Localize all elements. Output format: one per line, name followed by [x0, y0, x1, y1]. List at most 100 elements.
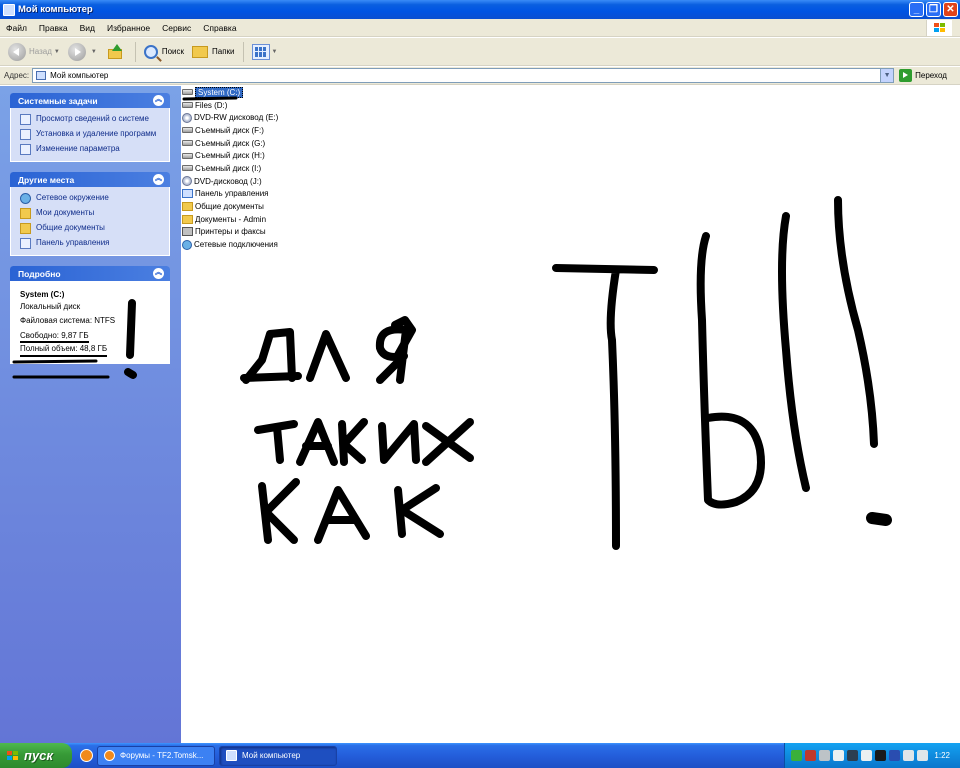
- folders-button[interactable]: Папки: [188, 41, 239, 63]
- drive-f[interactable]: Съемный диск (F:): [182, 124, 482, 137]
- add-remove-programs-icon: [20, 129, 31, 140]
- item-label: DVD-RW дисковод (E:): [194, 113, 279, 123]
- menu-tools[interactable]: Сервис: [156, 23, 197, 33]
- control-panel-item[interactable]: Панель управления: [182, 188, 482, 201]
- search-button[interactable]: Поиск: [140, 41, 188, 63]
- toolbar-separator: [134, 41, 136, 62]
- drive-i[interactable]: Съемный диск (I:): [182, 162, 482, 175]
- folder-icon: [20, 223, 31, 234]
- address-dropdown-button[interactable]: ▼: [880, 69, 894, 82]
- menu-file[interactable]: Файл: [0, 23, 33, 33]
- details-type: Локальный диск: [20, 301, 81, 311]
- views-button[interactable]: ▼: [248, 41, 282, 63]
- network-icon: [20, 193, 31, 204]
- taskbar-task-firefox[interactable]: Форумы - TF2.Tomsk...: [97, 745, 215, 766]
- chevron-down-icon: ▼: [90, 48, 97, 55]
- task-add-remove-programs[interactable]: Установка и удаление программ: [20, 129, 163, 140]
- network-connections-item[interactable]: Сетевые подключения: [182, 238, 482, 251]
- place-shared-documents[interactable]: Общие документы: [20, 223, 163, 234]
- clock: 1:22: [934, 751, 950, 760]
- address-value: Мой компьютер: [50, 71, 109, 80]
- close-button[interactable]: ✕: [943, 2, 958, 17]
- back-arrow-icon: [8, 42, 26, 61]
- control-panel-icon: [182, 189, 193, 199]
- drive-g[interactable]: Съемный диск (G:): [182, 137, 482, 150]
- tray-shield-icon[interactable]: [903, 750, 914, 761]
- item-label: Принтеры и факсы: [195, 227, 266, 237]
- maximize-button[interactable]: ❐: [926, 2, 941, 17]
- removable-disk-icon: [182, 152, 193, 159]
- details-content: System (C:) Локальный диск Файловая сист…: [10, 281, 170, 364]
- other-places-list: Сетевое окружение Мои документы Общие до…: [10, 187, 170, 256]
- printers-item[interactable]: Принтеры и факсы: [182, 226, 482, 239]
- admin-documents-item[interactable]: Документы - Admin: [182, 213, 482, 226]
- place-my-documents[interactable]: Мои документы: [20, 208, 163, 219]
- window-titlebar[interactable]: Мой компьютер _ ❐ ✕: [0, 0, 960, 19]
- taskbar-task-my-computer[interactable]: Мой компьютер: [219, 745, 337, 766]
- system-tasks-box: Системные задачи ︽ Просмотр сведений о с…: [10, 93, 170, 162]
- menu-bar: Файл Правка Вид Избранное Сервис Справка: [0, 19, 960, 37]
- details-header[interactable]: Подробно ︽: [10, 266, 170, 281]
- firefox-quicklaunch-icon[interactable]: [80, 749, 93, 762]
- menu-view[interactable]: Вид: [74, 23, 101, 33]
- drive-c[interactable]: System (C:): [182, 86, 482, 99]
- collapse-chevron-icon[interactable]: ︽: [153, 174, 164, 185]
- collapse-chevron-icon[interactable]: ︽: [153, 95, 164, 106]
- details-title: Подробно: [18, 268, 61, 279]
- tray-settings-icon[interactable]: [819, 750, 830, 761]
- firefox-icon: [104, 750, 115, 761]
- my-computer-icon: [3, 3, 15, 16]
- drive-j[interactable]: DVD-дисковод (J:): [182, 175, 482, 188]
- collapse-chevron-icon[interactable]: ︽: [153, 268, 164, 279]
- go-arrow-icon: [899, 69, 913, 82]
- address-input[interactable]: Мой компьютер ▼: [32, 68, 895, 83]
- place-control-panel[interactable]: Панель управления: [20, 238, 163, 249]
- back-label: Назад: [29, 47, 52, 56]
- item-label: Сетевые подключения: [194, 240, 278, 250]
- tray-antivirus-icon[interactable]: [805, 750, 816, 761]
- back-button[interactable]: Назад ▼: [4, 41, 64, 63]
- task-pane: Системные задачи ︽ Просмотр сведений о с…: [0, 86, 181, 743]
- address-label: Адрес:: [4, 71, 30, 80]
- drive-e[interactable]: DVD-RW дисковод (E:): [182, 111, 482, 124]
- search-icon: [143, 44, 158, 59]
- cd-drive-icon: [182, 112, 192, 123]
- task-label: Мой компьютер: [242, 751, 301, 760]
- menu-help[interactable]: Справка: [197, 23, 242, 33]
- tray-info-icon[interactable]: [847, 750, 858, 761]
- drive-d[interactable]: Files (D:): [182, 99, 482, 112]
- system-tasks-title: Системные задачи: [18, 95, 98, 106]
- system-tasks-list: Просмотр сведений о системе Установка и …: [10, 108, 170, 162]
- tray-network-icon[interactable]: [833, 750, 844, 761]
- task-change-setting[interactable]: Изменение параметра: [20, 144, 163, 155]
- up-folder-button[interactable]: [101, 41, 131, 63]
- go-button[interactable]: Переход: [899, 69, 947, 82]
- place-label: Мои документы: [36, 208, 95, 217]
- forward-arrow-icon: [67, 42, 86, 61]
- other-places-header[interactable]: Другие места ︽: [10, 172, 170, 187]
- task-view-system-info[interactable]: Просмотр сведений о системе: [20, 114, 163, 125]
- menu-favorites[interactable]: Избранное: [101, 23, 156, 33]
- start-button[interactable]: пуск: [0, 743, 72, 768]
- hard-drive-icon: [182, 89, 193, 96]
- tray-display-icon[interactable]: [875, 750, 886, 761]
- place-network[interactable]: Сетевое окружение: [20, 193, 163, 204]
- removable-disk-icon: [182, 140, 193, 147]
- item-label: Files (D:): [195, 100, 228, 110]
- minimize-button[interactable]: _: [909, 2, 924, 17]
- task-label: Изменение параметра: [36, 144, 120, 153]
- system-tasks-header[interactable]: Системные задачи ︽: [10, 93, 170, 108]
- drive-h[interactable]: Съемный диск (H:): [182, 149, 482, 162]
- tray-utorrent-icon[interactable]: [791, 750, 802, 761]
- tray-volume-icon[interactable]: [917, 750, 928, 761]
- details-free-space: Свободно: 9,87 ГБ: [20, 330, 89, 343]
- place-label: Общие документы: [36, 223, 105, 232]
- shared-documents-item[interactable]: Общие документы: [182, 200, 482, 213]
- other-places-box: Другие места ︽ Сетевое окружение Мои док…: [10, 172, 170, 256]
- forward-button[interactable]: ▼: [64, 41, 101, 63]
- tray-language-icon[interactable]: [889, 750, 900, 761]
- my-computer-icon: [226, 750, 237, 761]
- tray-help-icon[interactable]: [861, 750, 872, 761]
- folder-icon: [20, 208, 31, 219]
- menu-edit[interactable]: Правка: [33, 23, 74, 33]
